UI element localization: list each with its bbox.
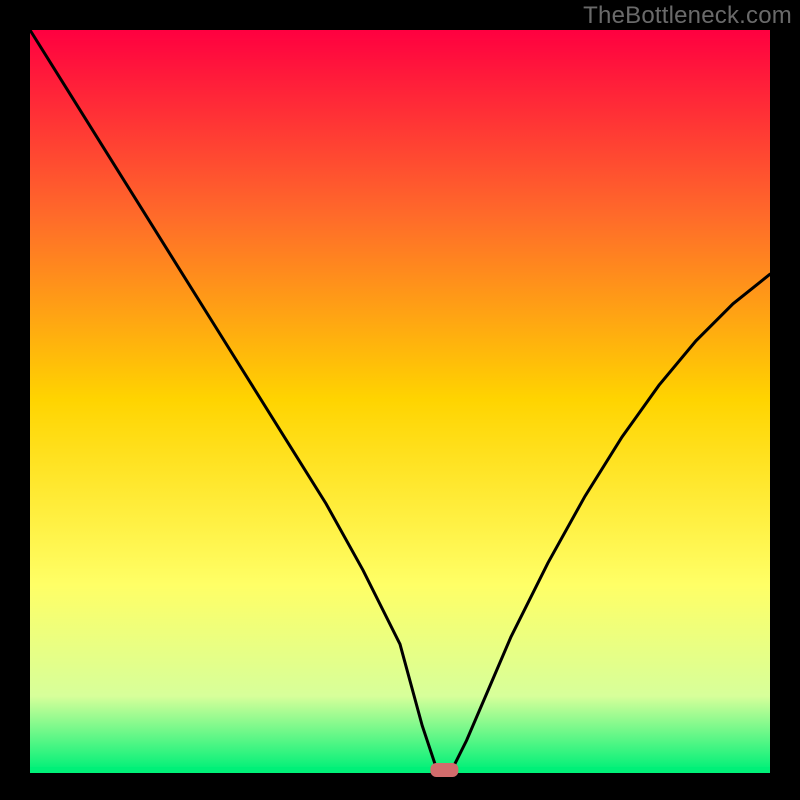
chart-svg	[0, 0, 800, 800]
plot-background	[30, 30, 770, 770]
watermark-text: TheBottleneck.com	[583, 2, 792, 30]
optimal-marker	[430, 763, 458, 777]
bottleneck-chart: TheBottleneck.com	[0, 0, 800, 800]
